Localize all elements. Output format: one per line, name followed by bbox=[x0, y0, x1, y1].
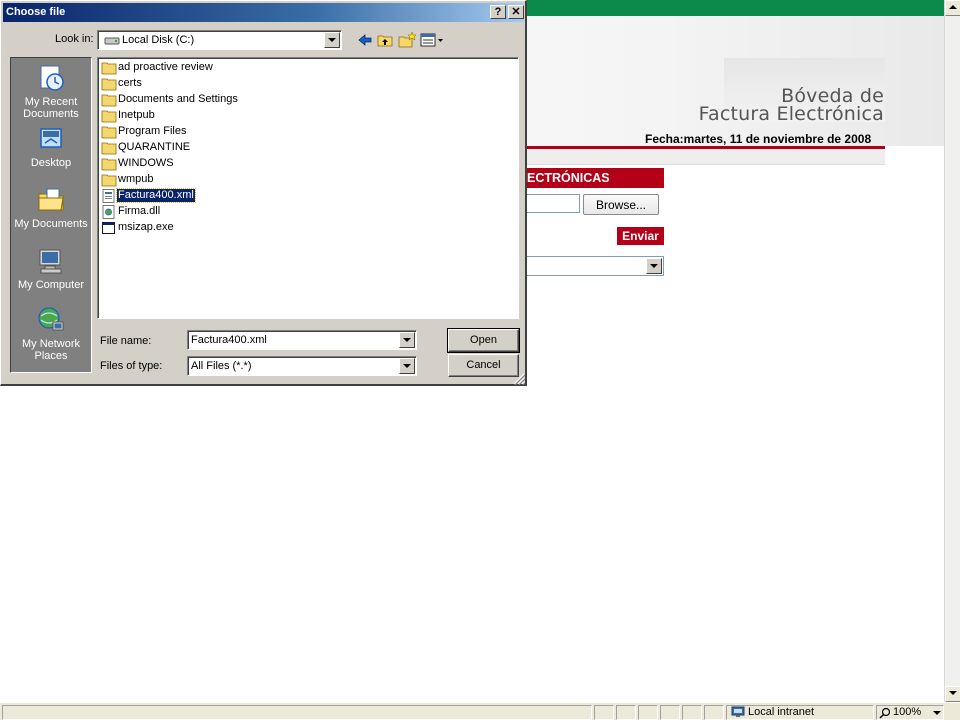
files-of-type-value: All Files (*.*) bbox=[191, 360, 252, 372]
place-label: My Recent bbox=[24, 96, 78, 108]
file-list[interactable]: ad proactive review certs Documents and … bbox=[97, 57, 519, 319]
places-bar: My Recent Documents Desktop My Documents bbox=[10, 57, 92, 373]
close-button[interactable]: ✕ bbox=[508, 5, 524, 19]
help-button[interactable]: ? bbox=[490, 5, 506, 19]
date-label: Fecha:martes, 11 de noviembre de 2008 bbox=[645, 132, 872, 146]
file-name: QUARANTINE bbox=[118, 141, 191, 153]
chevron-down-icon[interactable] bbox=[399, 332, 415, 348]
file-name: Firma.dll bbox=[118, 205, 161, 217]
chevron-down-icon[interactable] bbox=[324, 32, 340, 48]
page-select[interactable] bbox=[527, 256, 664, 276]
place-label: Places bbox=[34, 350, 68, 362]
file-name: Factura400.xml bbox=[116, 188, 196, 203]
new-folder-icon[interactable] bbox=[397, 31, 417, 49]
folder-icon bbox=[101, 110, 117, 123]
place-label: My Computer bbox=[17, 279, 85, 291]
up-folder-icon[interactable] bbox=[375, 31, 395, 49]
chevron-up-icon bbox=[949, 5, 957, 9]
file-name: certs bbox=[118, 77, 142, 89]
zoom-icon[interactable] bbox=[879, 707, 891, 719]
intranet-icon bbox=[731, 706, 745, 717]
folder-icon bbox=[101, 158, 117, 171]
open-button[interactable]: Open bbox=[447, 328, 520, 353]
vertical-scrollbar[interactable] bbox=[944, 0, 960, 702]
folder-icon bbox=[101, 94, 117, 107]
network-places-icon bbox=[38, 307, 64, 331]
look-in-value: Local Disk (C:) bbox=[122, 34, 195, 46]
status-pane bbox=[660, 705, 680, 720]
dialog-title: Choose file bbox=[6, 6, 66, 18]
files-of-type-label: Files of type: bbox=[100, 360, 163, 372]
folder-icon bbox=[101, 78, 117, 91]
back-icon[interactable] bbox=[355, 31, 375, 49]
dll-file-icon bbox=[102, 205, 115, 219]
status-pane bbox=[704, 705, 724, 720]
place-label: Documents bbox=[23, 108, 79, 120]
file-name-input[interactable]: Factura400.xml bbox=[187, 330, 417, 350]
folder-icon bbox=[101, 62, 117, 75]
resize-grip-icon[interactable] bbox=[513, 373, 525, 385]
status-pane bbox=[594, 705, 614, 720]
header-subbar bbox=[527, 149, 885, 165]
status-pane bbox=[638, 705, 658, 720]
chevron-down-icon bbox=[949, 691, 957, 695]
xml-file-icon bbox=[102, 189, 115, 203]
desktop-icon bbox=[40, 128, 62, 148]
choose-file-dialog: Choose file ? ✕ Look in: Local Disk (C:) bbox=[0, 0, 527, 386]
dialog-titlebar[interactable]: Choose file ? ✕ bbox=[3, 3, 524, 22]
look-in-dropdown[interactable]: Local Disk (C:) bbox=[97, 30, 342, 50]
place-my-recent-documents[interactable]: My Recent Documents bbox=[11, 62, 91, 120]
folder-icon bbox=[101, 142, 117, 155]
view-menu-icon[interactable] bbox=[420, 31, 444, 49]
exe-file-icon bbox=[102, 222, 115, 234]
zoom-level[interactable]: 100% bbox=[893, 706, 921, 718]
status-bar: Local intranet 100% bbox=[0, 702, 960, 720]
section-title: ECTRÓNICAS bbox=[520, 168, 664, 188]
drive-icon bbox=[104, 37, 120, 45]
logo-text-line2: Factura Electrónica bbox=[698, 103, 884, 125]
scroll-down-button[interactable] bbox=[945, 686, 960, 702]
status-pane bbox=[682, 705, 702, 720]
place-label: My Documents bbox=[14, 218, 88, 230]
file-path-input[interactable] bbox=[527, 194, 580, 213]
place-label: My Network bbox=[21, 338, 81, 350]
status-pane-main bbox=[2, 705, 592, 720]
browse-button[interactable]: Browse... bbox=[583, 194, 659, 215]
chevron-down-icon[interactable] bbox=[933, 711, 941, 716]
file-name-label: File name: bbox=[100, 335, 152, 347]
my-computer-icon bbox=[39, 249, 62, 274]
file-name: Documents and Settings bbox=[118, 93, 238, 105]
chevron-down-icon[interactable] bbox=[646, 258, 662, 274]
my-documents-icon bbox=[38, 188, 64, 211]
file-name: Program Files bbox=[118, 125, 187, 137]
folder-icon bbox=[101, 174, 117, 187]
scroll-up-button[interactable] bbox=[945, 0, 960, 16]
look-in-label: Look in: bbox=[55, 33, 94, 45]
place-my-network-places[interactable]: My Network Places bbox=[11, 304, 91, 362]
file-name: WINDOWS bbox=[118, 157, 174, 169]
place-my-documents[interactable]: My Documents bbox=[11, 184, 91, 230]
file-name: wmpub bbox=[118, 173, 154, 185]
cancel-button[interactable]: Cancel bbox=[448, 354, 519, 377]
security-zone-label: Local intranet bbox=[748, 706, 815, 718]
file-name: Inetpub bbox=[118, 109, 155, 121]
place-desktop[interactable]: Desktop bbox=[11, 123, 91, 169]
status-pane bbox=[616, 705, 636, 720]
files-of-type-dropdown[interactable]: All Files (*.*) bbox=[187, 356, 417, 376]
folder-icon bbox=[101, 126, 117, 139]
file-name: ad proactive review bbox=[118, 61, 213, 73]
file-name: msizap.exe bbox=[118, 221, 174, 233]
enviar-button[interactable]: Enviar bbox=[617, 227, 664, 245]
recent-documents-icon bbox=[40, 65, 64, 91]
chevron-down-icon[interactable] bbox=[399, 358, 415, 374]
place-my-computer[interactable]: My Computer bbox=[11, 245, 91, 291]
file-name-value: Factura400.xml bbox=[191, 334, 267, 346]
place-label: Desktop bbox=[30, 157, 72, 169]
